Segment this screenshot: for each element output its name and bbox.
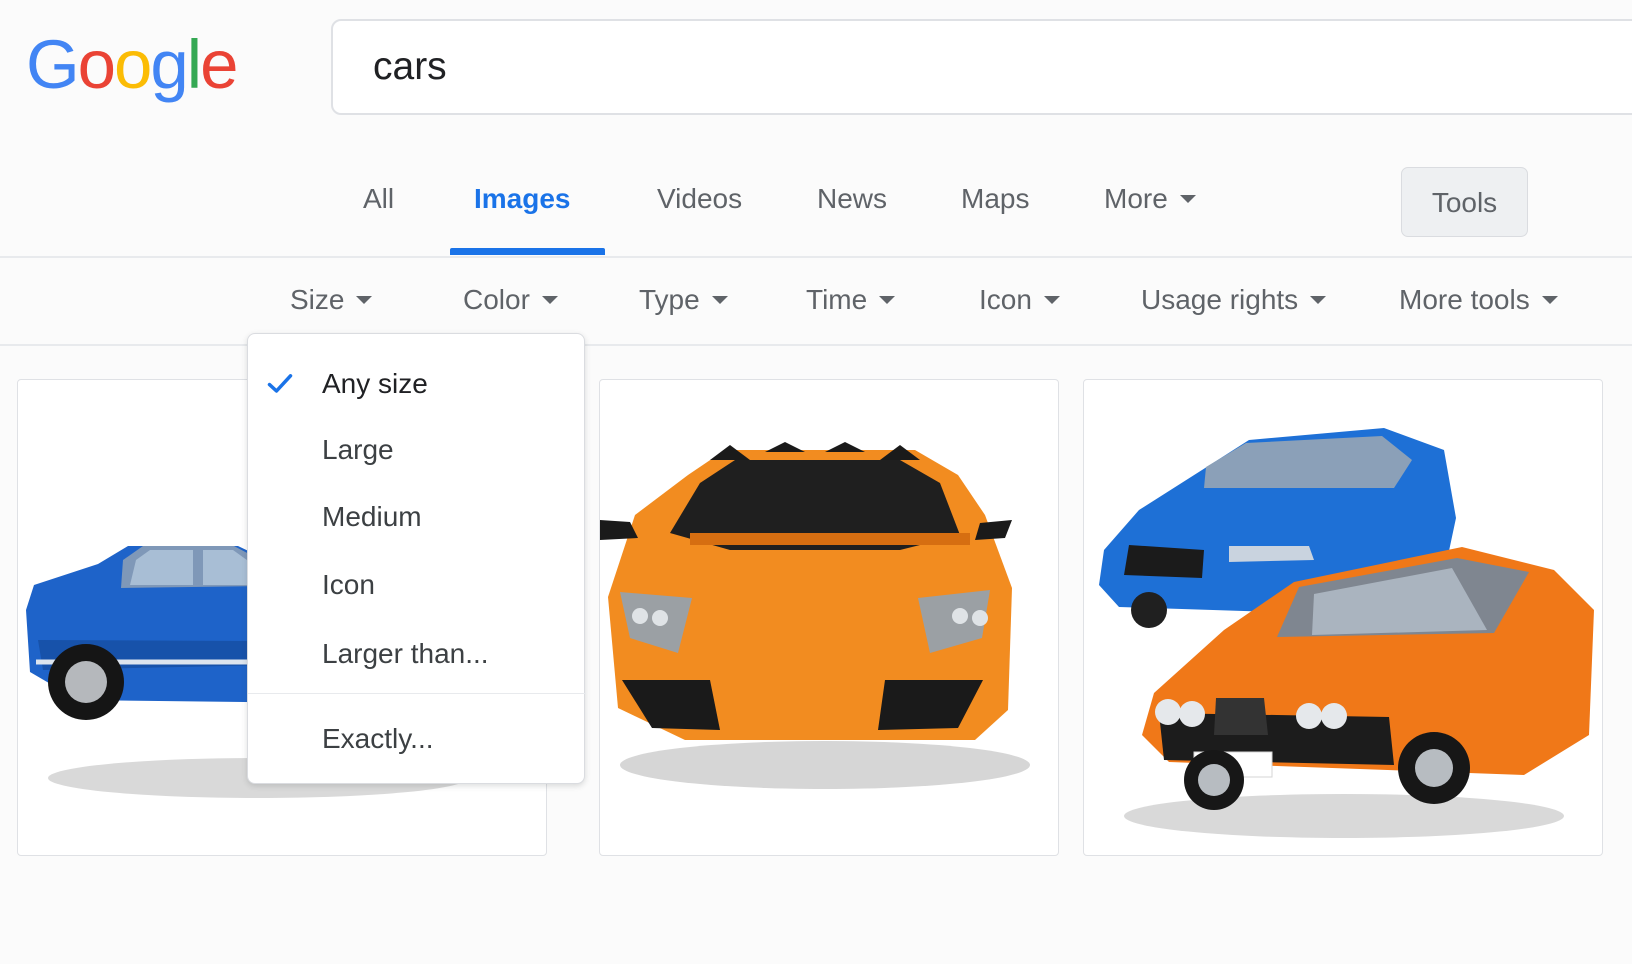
usage-rights-filter-label: Usage rights <box>1141 284 1299 315</box>
size-option-label: Medium <box>322 501 422 532</box>
google-images-search-page: Google All Images Videos News Maps More … <box>0 0 1632 964</box>
size-option-exactly[interactable]: Exactly... <box>248 707 586 771</box>
chevron-down-icon <box>356 295 373 304</box>
size-option-label: Exactly... <box>322 723 434 754</box>
check-icon <box>267 374 293 393</box>
logo-letter-l: l <box>186 26 202 103</box>
tab-images[interactable]: Images <box>474 183 571 215</box>
chevron-down-icon <box>1541 295 1558 304</box>
search-tabs: All Images Videos News Maps More <box>0 150 1632 256</box>
logo-letter-g: G <box>26 26 80 103</box>
size-filter-label: Size <box>290 284 345 315</box>
usage-rights-filter-button[interactable]: Usage rights <box>1141 284 1327 316</box>
tools-button[interactable]: Tools <box>1401 167 1528 237</box>
chevron-down-icon <box>1179 194 1196 203</box>
tab-more[interactable]: More <box>1104 183 1196 215</box>
chevron-down-icon <box>1043 295 1060 304</box>
time-filter-button[interactable]: Time <box>806 284 896 316</box>
blue-and-orange-cars-image <box>1099 428 1594 838</box>
more-tools-button[interactable]: More tools <box>1399 284 1558 316</box>
search-box[interactable] <box>331 19 1632 115</box>
image-result-card[interactable] <box>1083 379 1603 856</box>
chevron-down-icon <box>541 295 558 304</box>
color-filter-button[interactable]: Color <box>463 284 558 316</box>
size-option-large[interactable]: Large <box>248 418 586 482</box>
color-filter-label: Color <box>463 284 530 315</box>
size-filter-button[interactable]: Size <box>290 284 373 316</box>
time-filter-label: Time <box>806 284 868 315</box>
logo-letter-o: o <box>77 26 116 103</box>
size-option-label: Larger than... <box>322 638 489 669</box>
active-tab-underline <box>450 248 605 255</box>
size-option-medium[interactable]: Medium <box>248 485 586 549</box>
orange-sports-car-image <box>600 442 1030 789</box>
size-option-label: Large <box>322 434 394 465</box>
tab-news[interactable]: News <box>817 183 887 215</box>
size-option-label: Icon <box>322 569 375 600</box>
chevron-down-icon <box>711 295 728 304</box>
tab-all[interactable]: All <box>363 183 394 215</box>
logo-letter-e: e <box>200 26 238 103</box>
size-option-label: Any size <box>322 368 428 399</box>
tab-more-label: More <box>1104 183 1168 214</box>
size-option-icon[interactable]: Icon <box>248 553 586 617</box>
size-dropdown-menu: Any size Large Medium Icon Larger than..… <box>247 333 586 784</box>
chevron-down-icon <box>879 295 896 304</box>
tools-divider <box>0 344 1632 346</box>
dropdown-divider <box>248 693 586 694</box>
image-result-card[interactable] <box>599 379 1059 856</box>
logo-letter-g-2: g <box>150 26 188 103</box>
chevron-down-icon <box>1310 295 1327 304</box>
logo-letter-o-2: o <box>114 26 152 103</box>
icon-filter-label: Icon <box>979 284 1032 315</box>
type-filter-button[interactable]: Type <box>639 284 728 316</box>
size-option-larger-than[interactable]: Larger than... <box>248 622 586 686</box>
tab-videos[interactable]: Videos <box>657 183 742 215</box>
search-tools-row: Size Color Type Time Icon Usage rights M… <box>0 258 1632 346</box>
icon-filter-button[interactable]: Icon <box>979 284 1060 316</box>
tab-maps[interactable]: Maps <box>961 183 1029 215</box>
search-input[interactable] <box>373 41 1273 93</box>
size-option-any-size[interactable]: Any size <box>248 352 586 416</box>
more-tools-label: More tools <box>1399 284 1530 315</box>
type-filter-label: Type <box>639 284 700 315</box>
google-logo[interactable]: Google <box>26 30 239 99</box>
